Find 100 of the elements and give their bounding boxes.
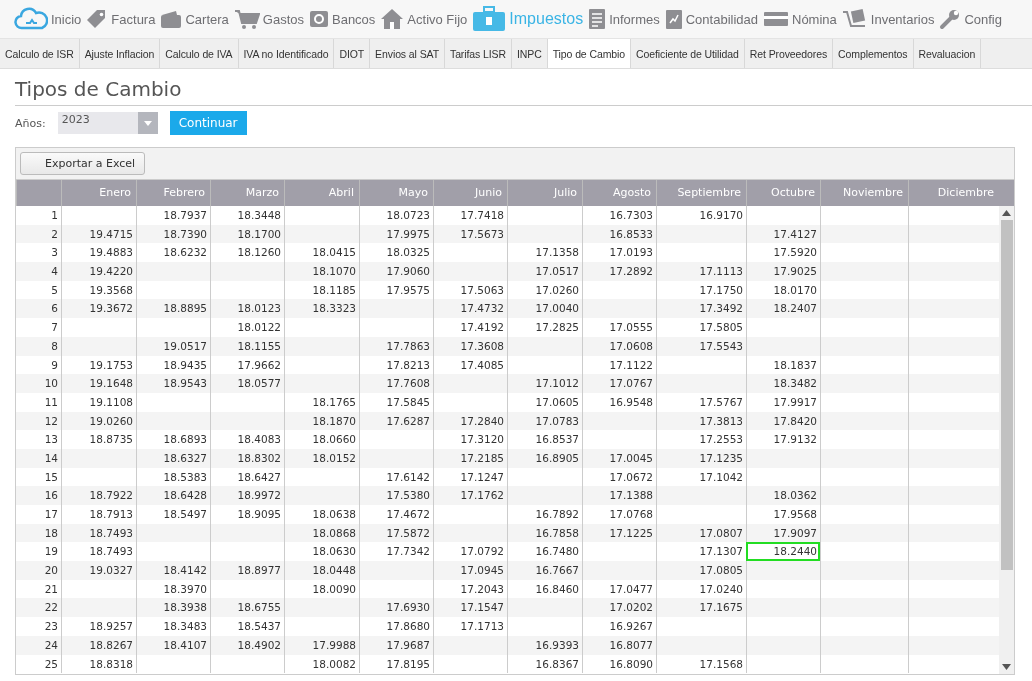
table-cell: 17.9132 [746,430,820,449]
tab[interactable]: INPC [512,39,548,68]
nav-item[interactable]: Contabilidad [664,8,758,30]
table-cell: 18.8267 [61,635,136,655]
table-cell: 17.1113 [656,262,746,281]
nav-item[interactable]: Config [939,8,1002,30]
day-cell-text: 12 [43,413,59,429]
table-cell: 17.9025 [746,262,820,281]
column-header[interactable]: Enero [61,180,136,206]
column-header[interactable]: Octubre [746,180,820,206]
table-cell: 16.9170 [656,206,746,225]
tab[interactable]: DIOT [334,39,371,68]
tab[interactable]: Ret Proveedores [744,39,834,68]
column-header[interactable]: Marzo [210,180,284,206]
table-cell: 17.0768 [582,505,656,524]
table-cell: 17.3492 [656,299,746,319]
table-cell: 16.8533 [582,224,656,244]
tab[interactable]: Coeficiente de Utilidad [631,39,745,68]
table-cell: 18.2407 [746,299,820,319]
column-header[interactable]: Diciembre [908,180,999,206]
scroll-up-icon[interactable] [1002,210,1011,216]
tab[interactable]: Complementos [833,39,914,68]
day-cell-text: 3 [50,245,59,261]
nav-item[interactable]: Inicio [14,7,82,31]
table-cell: 17.9988 [284,635,359,655]
nav-item[interactable]: Cartera [160,9,229,29]
scroll-down-icon[interactable] [1002,664,1011,670]
wrench-icon [939,8,962,30]
table-cell: 18.1870 [284,411,359,431]
table-cell: 16.8090 [582,654,656,674]
day-cell-text: 20 [43,563,59,579]
table-cell: 17.0807 [656,523,746,543]
tab[interactable]: IVA no Identificado [238,39,335,68]
table-cell: 17.8195 [359,654,433,674]
table-cell: 18.3323 [284,299,359,319]
column-header[interactable]: Septiembre [656,180,746,206]
table-cell: 17.3120 [433,430,507,449]
nav-item[interactable]: Bancos [309,9,376,29]
continue-button[interactable]: Continuar [169,111,247,135]
table-cell: 17.8680 [359,617,433,636]
column-header[interactable]: Noviembre [820,180,908,206]
tab[interactable]: Tarifas LISR [445,39,512,68]
table-cell: 18.4107 [136,635,210,655]
nav-item[interactable]: Nómina [763,10,837,28]
column-header[interactable]: Agosto [582,180,656,206]
table-cell: 17.0040 [507,299,582,319]
nav-item[interactable]: Activo Fijo [380,8,468,30]
tab[interactable]: Ajuste Inflacion [79,39,161,68]
table-cell: 18.8302 [210,448,284,468]
table-cell: 16.9267 [582,617,656,636]
table-cell: 18.0660 [284,430,359,449]
table-cell: 18.3938 [136,598,210,618]
nav-item[interactable]: Inventarios [841,8,935,30]
table-cell: 17.5805 [656,318,746,337]
nav-item[interactable]: Informes [588,8,660,30]
table-cell: 17.1225 [582,523,656,543]
table-cell: 18.7390 [136,224,210,244]
tab[interactable]: Tipo de Cambio [547,39,631,68]
table-cell: 17.1675 [656,598,746,618]
table-cell: 18.5497 [136,505,210,524]
document-icon [588,8,607,30]
table-cell: 18.9972 [210,486,284,505]
table-cell: 17.5543 [656,336,746,356]
table-cell: 17.1762 [433,486,507,505]
column-header[interactable]: Junio [433,180,507,206]
nav-item[interactable]: Gastos [233,8,304,30]
briefcase-icon [472,5,507,33]
tab[interactable]: Envios al SAT [370,39,445,68]
table-cell: 16.8905 [507,448,582,468]
caret-icon [143,120,152,126]
table-cell[interactable]: 18.2440 [746,542,820,562]
tab[interactable]: Calculo de ISR [0,39,80,68]
table-cell: 17.5845 [359,392,433,412]
column-header[interactable]: Febrero [136,180,210,206]
column-header[interactable]: Julio [507,180,582,206]
column-header[interactable]: Mayo [359,180,433,206]
table-cell: 17.2553 [656,430,746,449]
table-cell: 16.9393 [507,635,582,655]
table-cell: 19.0517 [136,336,210,356]
nav-item[interactable]: Factura [86,8,156,30]
table-cell: 17.3608 [433,336,507,356]
table-cell: 18.0082 [284,654,359,674]
table-cell: 16.7667 [507,561,582,580]
table-cell: 16.8077 [582,635,656,655]
table-cell: 17.9917 [746,392,820,412]
table-cell: 17.4127 [746,224,820,244]
table-cell: 17.9687 [359,635,433,655]
scrollbar-thumb[interactable] [1000,220,1013,570]
house-icon [380,8,405,30]
table-cell: 18.8895 [136,299,210,319]
table-cell: 17.2825 [507,318,582,337]
tab[interactable]: Calculo de IVA [160,39,239,68]
year-select[interactable]: 2023 [57,112,158,134]
table-cell: 17.1568 [656,654,746,674]
column-header[interactable]: Abril [284,180,359,206]
box-hand-icon [841,8,868,30]
table-cell: 17.9568 [746,505,820,524]
tab[interactable]: Revaluacion [913,39,982,68]
export-button[interactable]: Exportar a Excel [20,152,146,175]
table-cell: 19.3672 [61,299,136,319]
